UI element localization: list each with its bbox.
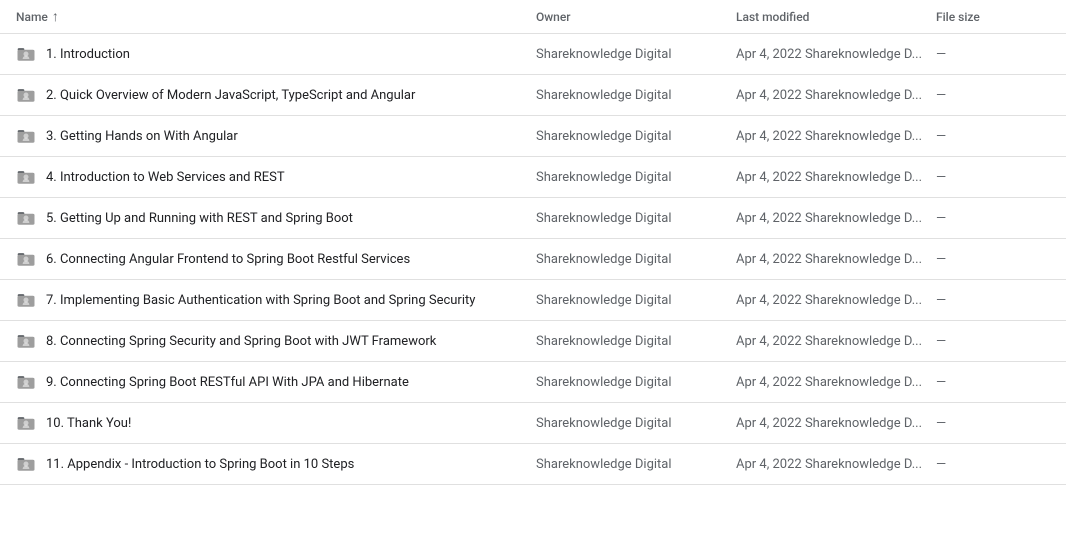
table-row[interactable]: 11. Appendix - Introduction to Spring Bo… (0, 444, 1066, 485)
table-row[interactable]: 1. Introduction Shareknowledge Digital A… (0, 34, 1066, 75)
row-name-label: 3. Getting Hands on With Angular (46, 129, 238, 144)
row-modified: Apr 4, 2022 Shareknowledge D... (736, 88, 936, 103)
table-header: Name ↑ Owner Last modified File size (0, 0, 1066, 34)
row-modified: Apr 4, 2022 Shareknowledge D... (736, 416, 936, 431)
row-modified: Apr 4, 2022 Shareknowledge D... (736, 375, 936, 390)
table-row[interactable]: 4. Introduction to Web Services and REST… (0, 157, 1066, 198)
folder-icon (16, 44, 36, 64)
table-row[interactable]: 5. Getting Up and Running with REST and … (0, 198, 1066, 239)
row-size: — (936, 416, 1050, 431)
row-modified: Apr 4, 2022 Shareknowledge D... (736, 47, 936, 62)
row-name-cell: 10. Thank You! (16, 413, 536, 433)
folder-icon (16, 249, 36, 269)
row-name-label: 8. Connecting Spring Security and Spring… (46, 334, 436, 349)
folder-icon (16, 290, 36, 310)
file-table: Name ↑ Owner Last modified File size 1. … (0, 0, 1066, 485)
row-name-cell: 8. Connecting Spring Security and Spring… (16, 331, 536, 351)
row-name-label: 4. Introduction to Web Services and REST (46, 170, 285, 185)
row-owner: Shareknowledge Digital (536, 375, 736, 390)
row-size: — (936, 334, 1050, 349)
folder-icon (16, 413, 36, 433)
header-size[interactable]: File size (936, 10, 1050, 24)
row-name-cell: 1. Introduction (16, 44, 536, 64)
row-name-cell: 4. Introduction to Web Services and REST (16, 167, 536, 187)
row-name-label: 5. Getting Up and Running with REST and … (46, 211, 353, 226)
row-size: — (936, 88, 1050, 103)
row-size: — (936, 252, 1050, 267)
row-name-cell: 3. Getting Hands on With Angular (16, 126, 536, 146)
table-row[interactable]: 10. Thank You! Shareknowledge Digital Ap… (0, 403, 1066, 444)
header-modified[interactable]: Last modified (736, 10, 936, 24)
folder-icon (16, 331, 36, 351)
row-size: — (936, 375, 1050, 390)
row-name-cell: 11. Appendix - Introduction to Spring Bo… (16, 454, 536, 474)
row-name-label: 6. Connecting Angular Frontend to Spring… (46, 252, 410, 267)
rows-container: 1. Introduction Shareknowledge Digital A… (0, 34, 1066, 485)
header-name[interactable]: Name ↑ (16, 8, 536, 25)
row-size: — (936, 129, 1050, 144)
row-size: — (936, 457, 1050, 472)
folder-icon (16, 454, 36, 474)
folder-icon (16, 126, 36, 146)
row-modified: Apr 4, 2022 Shareknowledge D... (736, 211, 936, 226)
row-owner: Shareknowledge Digital (536, 457, 736, 472)
row-name-label: 1. Introduction (46, 47, 130, 62)
header-owner[interactable]: Owner (536, 10, 736, 24)
row-modified: Apr 4, 2022 Shareknowledge D... (736, 457, 936, 472)
row-name-cell: 5. Getting Up and Running with REST and … (16, 208, 536, 228)
row-modified: Apr 4, 2022 Shareknowledge D... (736, 293, 936, 308)
row-modified: Apr 4, 2022 Shareknowledge D... (736, 334, 936, 349)
row-owner: Shareknowledge Digital (536, 129, 736, 144)
header-name-label: Name (16, 10, 48, 24)
row-owner: Shareknowledge Digital (536, 293, 736, 308)
table-row[interactable]: 2. Quick Overview of Modern JavaScript, … (0, 75, 1066, 116)
table-row[interactable]: 8. Connecting Spring Security and Spring… (0, 321, 1066, 362)
row-name-label: 9. Connecting Spring Boot RESTful API Wi… (46, 375, 409, 390)
row-owner: Shareknowledge Digital (536, 252, 736, 267)
folder-icon (16, 85, 36, 105)
folder-icon (16, 167, 36, 187)
row-size: — (936, 47, 1050, 62)
table-row[interactable]: 9. Connecting Spring Boot RESTful API Wi… (0, 362, 1066, 403)
row-name-label: 2. Quick Overview of Modern JavaScript, … (46, 88, 415, 103)
row-name-cell: 9. Connecting Spring Boot RESTful API Wi… (16, 372, 536, 392)
row-size: — (936, 293, 1050, 308)
row-size: — (936, 211, 1050, 226)
row-size: — (936, 170, 1050, 185)
sort-icon: ↑ (52, 8, 59, 25)
row-name-cell: 6. Connecting Angular Frontend to Spring… (16, 249, 536, 269)
row-owner: Shareknowledge Digital (536, 334, 736, 349)
folder-icon (16, 372, 36, 392)
row-modified: Apr 4, 2022 Shareknowledge D... (736, 129, 936, 144)
row-owner: Shareknowledge Digital (536, 47, 736, 62)
row-owner: Shareknowledge Digital (536, 88, 736, 103)
table-row[interactable]: 6. Connecting Angular Frontend to Spring… (0, 239, 1066, 280)
row-owner: Shareknowledge Digital (536, 170, 736, 185)
row-modified: Apr 4, 2022 Shareknowledge D... (736, 170, 936, 185)
row-modified: Apr 4, 2022 Shareknowledge D... (736, 252, 936, 267)
table-row[interactable]: 7. Implementing Basic Authentication wit… (0, 280, 1066, 321)
row-name-label: 7. Implementing Basic Authentication wit… (46, 293, 475, 308)
folder-icon (16, 208, 36, 228)
table-row[interactable]: 3. Getting Hands on With Angular Sharekn… (0, 116, 1066, 157)
row-owner: Shareknowledge Digital (536, 211, 736, 226)
row-name-cell: 7. Implementing Basic Authentication wit… (16, 290, 536, 310)
row-name-cell: 2. Quick Overview of Modern JavaScript, … (16, 85, 536, 105)
row-owner: Shareknowledge Digital (536, 416, 736, 431)
row-name-label: 10. Thank You! (46, 416, 131, 431)
row-name-label: 11. Appendix - Introduction to Spring Bo… (46, 457, 354, 472)
